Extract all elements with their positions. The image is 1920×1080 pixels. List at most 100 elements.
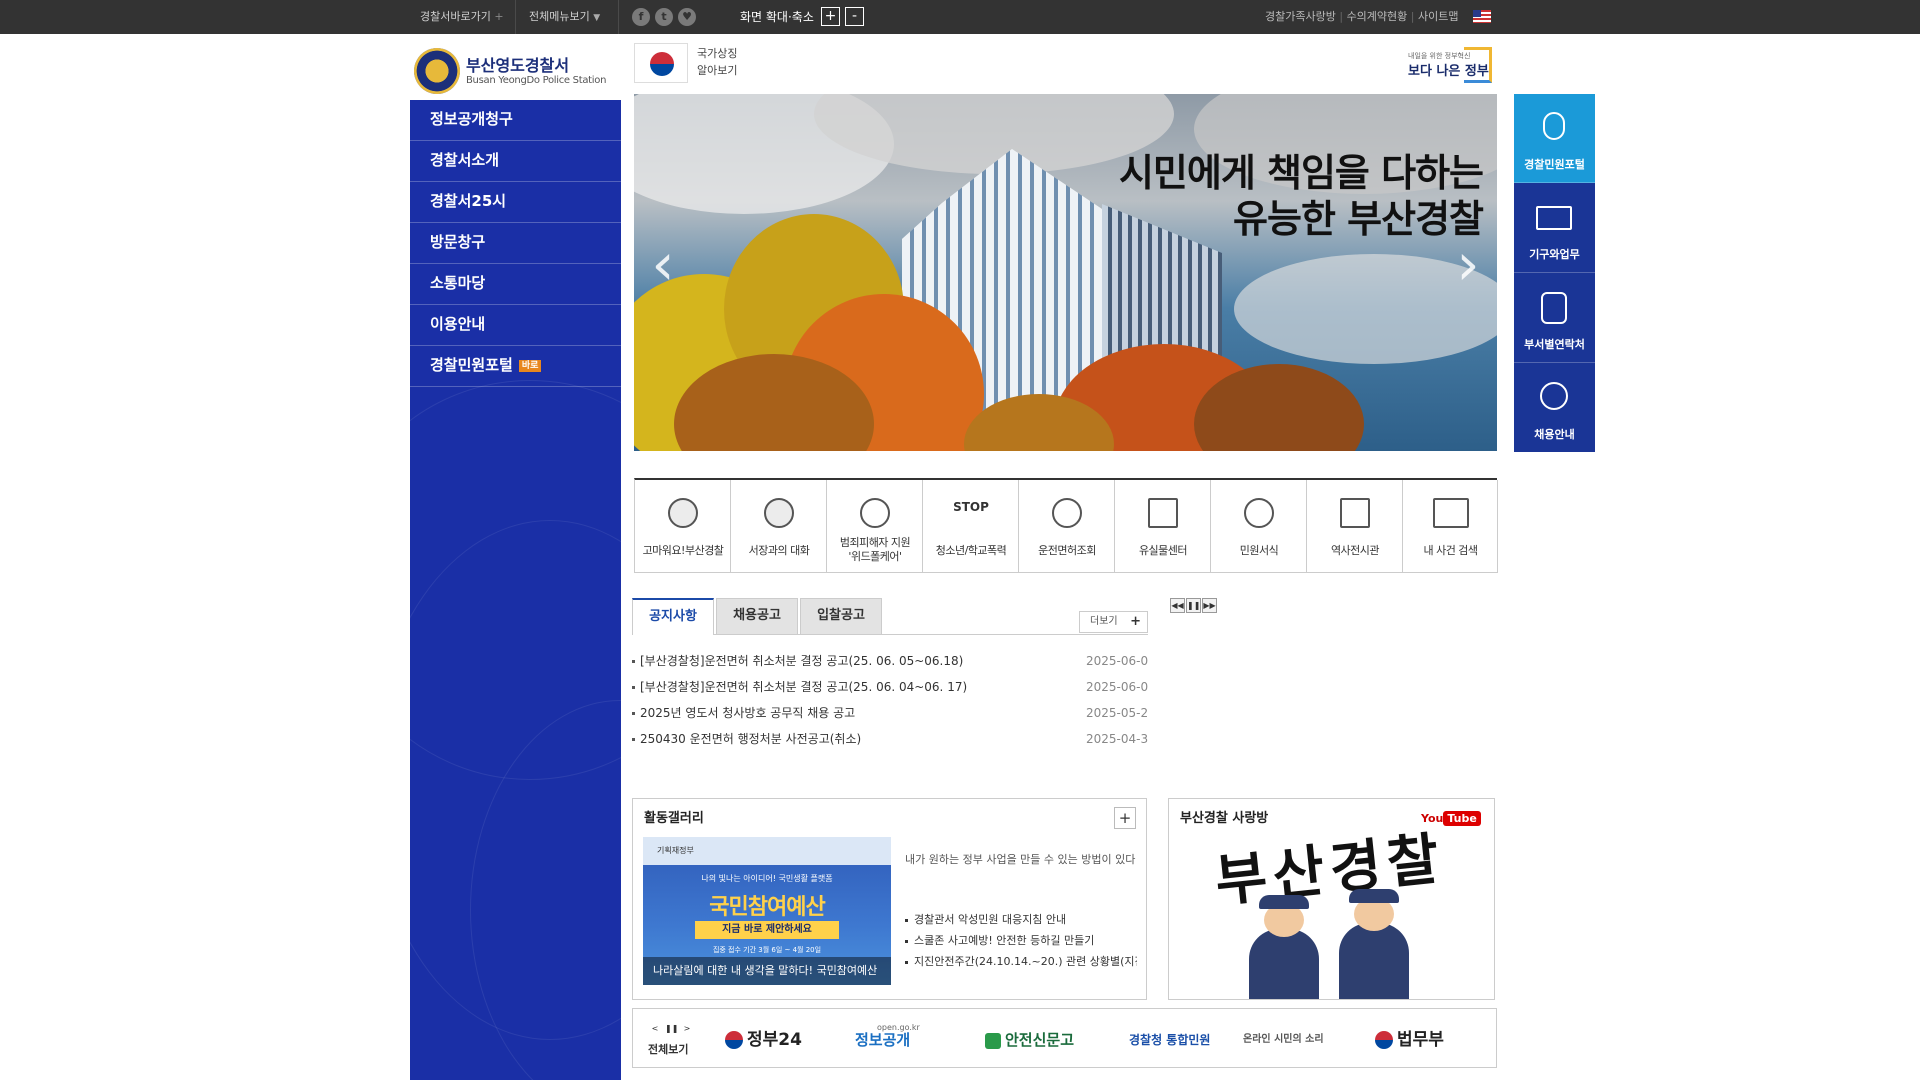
nav-item-25h[interactable]: 경찰서25시	[410, 182, 621, 223]
gov-bracket-icon	[1464, 47, 1492, 83]
quick-item-recruit[interactable]: 채용안내	[1514, 364, 1595, 453]
links-prev-button[interactable]: <	[649, 1023, 661, 1035]
gallery-title: 활동갤러리	[644, 811, 704, 826]
activity-gallery: 활동갤러리 + 기획재정부 나의 빛나는 아이디어! 국민생활 플랫폼 국민참여…	[632, 798, 1147, 1000]
police-station-shortcut[interactable]: 경찰서바로가기 +	[420, 0, 504, 34]
quick-item-contacts[interactable]: 부서별연락처	[1514, 274, 1595, 363]
taegukgi-icon	[650, 52, 674, 76]
chart-icon	[1148, 498, 1178, 528]
banner-prev-button[interactable]: ‹	[648, 234, 678, 294]
gallery-description[interactable]: 내가 원하는 정부 사업을 만들 수 있는 방법이 있다!	[905, 851, 1137, 867]
shortcut-case-search[interactable]: 내 사건 검색	[1403, 480, 1498, 573]
notice-item[interactable]: [부산경찰청]운전면허 취소처분 결정 공고(25. 06. 05~06.18)…	[632, 651, 1148, 671]
util-links: 경찰가족사랑방 | 수의계약현황 | 사이트맵	[1265, 10, 1459, 23]
util-link-contract[interactable]: 수의계약현황	[1347, 10, 1408, 23]
phonebook-icon	[1541, 292, 1567, 324]
taegukgi-icon	[725, 1031, 743, 1049]
util-link-family[interactable]: 경찰가족사랑방	[1265, 10, 1336, 23]
popup-pause-button[interactable]: ❚❚	[1186, 598, 1201, 613]
nav-item-portal[interactable]: 경찰민원포털 바로	[410, 346, 621, 387]
stop-icon: STOP	[953, 500, 989, 514]
popup-next-button[interactable]: ▶▶	[1202, 598, 1217, 613]
police-officer-image	[1339, 889, 1409, 999]
national-symbol-text[interactable]: 국가상징 알아보기	[697, 45, 757, 79]
links-view-all[interactable]: 전체보기	[648, 1041, 688, 1057]
shortcut-forms[interactable]: 민원서식	[1211, 480, 1307, 573]
site-logo[interactable]: 부산영도경찰서 Busan YeongDo Police Station	[414, 48, 614, 98]
links-next-button[interactable]: >	[681, 1023, 693, 1035]
logo-name-en: Busan YeongDo Police Station	[466, 75, 607, 86]
site-link-safety-report[interactable]: 안전신문고	[985, 1027, 1074, 1053]
youtube-thumbnail-calligraphy[interactable]: 부산경찰	[1212, 825, 1448, 915]
top-bar: 경찰서바로가기 + 전체메뉴보기 ▼ f t ♥ 화면 확대·축소 + - 경찰…	[0, 0, 1920, 34]
police-emblem-icon	[414, 48, 460, 94]
nav-item-guide[interactable]: 이용안내	[410, 305, 621, 346]
taegukgi-icon	[1375, 1031, 1393, 1049]
site-link-justice[interactable]: 법무부	[1375, 1027, 1444, 1053]
site-link-police-civil[interactable]: 경찰청 통합민원	[1129, 1027, 1210, 1053]
national-symbol-link[interactable]	[634, 43, 688, 83]
shield-icon	[985, 1032, 1001, 1049]
quick-item-organization[interactable]: 기구와업무	[1514, 184, 1595, 273]
gov-innovation-logo[interactable]: 내일을 위한 정부혁신 보다 나은 정부	[1406, 45, 1496, 87]
site-link-openinfo[interactable]: open.go.kr 정보공개	[855, 1023, 920, 1053]
nav-item-visit[interactable]: 방문창구	[410, 223, 621, 264]
police-mascot-icon	[668, 498, 698, 528]
tab-bid[interactable]: 입찰공고	[800, 598, 882, 634]
tab-recruit[interactable]: 채용공고	[716, 598, 798, 634]
zoom-in-button[interactable]: +	[821, 7, 840, 26]
police-officer-image	[1249, 895, 1319, 999]
globe-icon	[1052, 498, 1082, 528]
list-item[interactable]: 경찰관서 악성민원 대응지침 안내	[905, 909, 1137, 930]
shortcut-school-violence[interactable]: STOP 청소년/학교폭력	[923, 480, 1019, 573]
notice-item[interactable]: 250430 운전면허 행정처분 사전공고(취소) 2025-04-3	[632, 729, 1148, 749]
main-banner: 시민에게 책임을 다하는 유능한 부산경찰 ‹ ›	[634, 94, 1497, 451]
facebook-icon[interactable]: f	[632, 8, 650, 26]
site-link-citizen-voice[interactable]: 온라인 시민의 소리	[1243, 1027, 1324, 1053]
nav-item-communication[interactable]: 소통마당	[410, 264, 621, 305]
gallery-thumbnail[interactable]: 기획재정부 나의 빛나는 아이디어! 국민생활 플랫폼 국민참여예산 지금 바로…	[643, 837, 891, 985]
youtube-title: 부산경찰 사랑방	[1180, 811, 1269, 826]
monitor-icon	[1536, 206, 1572, 230]
divider	[618, 0, 619, 34]
notice-item[interactable]: [부산경찰청]운전면허 취소처분 결정 공고(25. 06. 04~06. 17…	[632, 677, 1148, 697]
shortcut-lost-found[interactable]: 유실물센터	[1115, 480, 1211, 573]
list-item[interactable]: 스쿨존 사고예방! 안전한 등하길 만들기	[905, 930, 1137, 951]
popup-prev-button[interactable]: ◀◀	[1170, 598, 1185, 613]
all-menu-button[interactable]: 전체메뉴보기 ▼	[529, 0, 600, 34]
speaker-icon	[1244, 498, 1274, 528]
gallery-list: 경찰관서 악성민원 대응지침 안내 스쿨존 사고예방! 안전한 등하길 만들기 …	[905, 909, 1137, 972]
magnifier-icon	[860, 498, 890, 528]
shortcut-chief-talk[interactable]: 서장과의 대화	[731, 480, 827, 573]
notice-more-button[interactable]: 더보기 +	[1079, 611, 1148, 633]
zoom-out-button[interactable]: -	[845, 7, 864, 26]
plus-icon: +	[1130, 614, 1141, 629]
nav-item-intro[interactable]: 경찰서소개	[410, 141, 621, 182]
banner-next-button[interactable]: ›	[1453, 234, 1483, 294]
main-nav-sidebar: 정보공개청구 경찰서소개 경찰서25시 방문창구 소통마당 이용안내 경찰민원포…	[410, 100, 621, 1080]
shortcut-history-hall[interactable]: 역사전시관	[1307, 480, 1403, 573]
computer-cursor-icon	[1433, 498, 1469, 528]
quick-item-portal[interactable]: 경찰민원포털	[1514, 94, 1595, 183]
twitter-icon[interactable]: t	[655, 8, 673, 26]
notice-tabs: 공지사항 채용공고 입찰공고	[632, 598, 1148, 635]
heart-icon[interactable]: ♥	[678, 8, 696, 26]
links-pause-button[interactable]: ❚❚	[665, 1023, 678, 1035]
related-sites-bar: < ❚❚ > 전체보기 정부24 open.go.kr 정보공개 안전신문고 경찰…	[632, 1008, 1497, 1068]
nav-item-info-request[interactable]: 정보공개청구	[410, 100, 621, 141]
us-flag-icon[interactable]	[1473, 10, 1491, 23]
list-item[interactable]: 지진안전주간(24.10.14.~20.) 관련 상황별(지진발생시) 국민행동…	[905, 951, 1137, 972]
notice-item[interactable]: 2025년 영도서 청사방호 공무직 채용 공고 2025-05-2	[632, 703, 1148, 723]
shortcut-thanks[interactable]: 고마워요!부산경찰	[635, 480, 731, 573]
zoom-label: 화면 확대·축소	[740, 10, 814, 24]
util-link-sitemap[interactable]: 사이트맵	[1418, 10, 1458, 23]
microphone-icon	[1543, 112, 1565, 140]
shortcut-license[interactable]: 운전면허조회	[1019, 480, 1115, 573]
tab-notice[interactable]: 공지사항	[632, 598, 714, 635]
shortcut-icon-row: 고마워요!부산경찰 서장과의 대화 범죄피해자 지원 '위드폴케어' STOP 청…	[634, 478, 1498, 573]
speech-bubble-icon	[764, 498, 794, 528]
logo-name-ko: 부산영도경찰서	[466, 56, 570, 75]
gallery-more-button[interactable]: +	[1114, 807, 1136, 829]
site-link-gov24[interactable]: 정부24	[725, 1027, 802, 1053]
shortcut-victim-support[interactable]: 범죄피해자 지원 '위드폴케어'	[827, 480, 923, 573]
